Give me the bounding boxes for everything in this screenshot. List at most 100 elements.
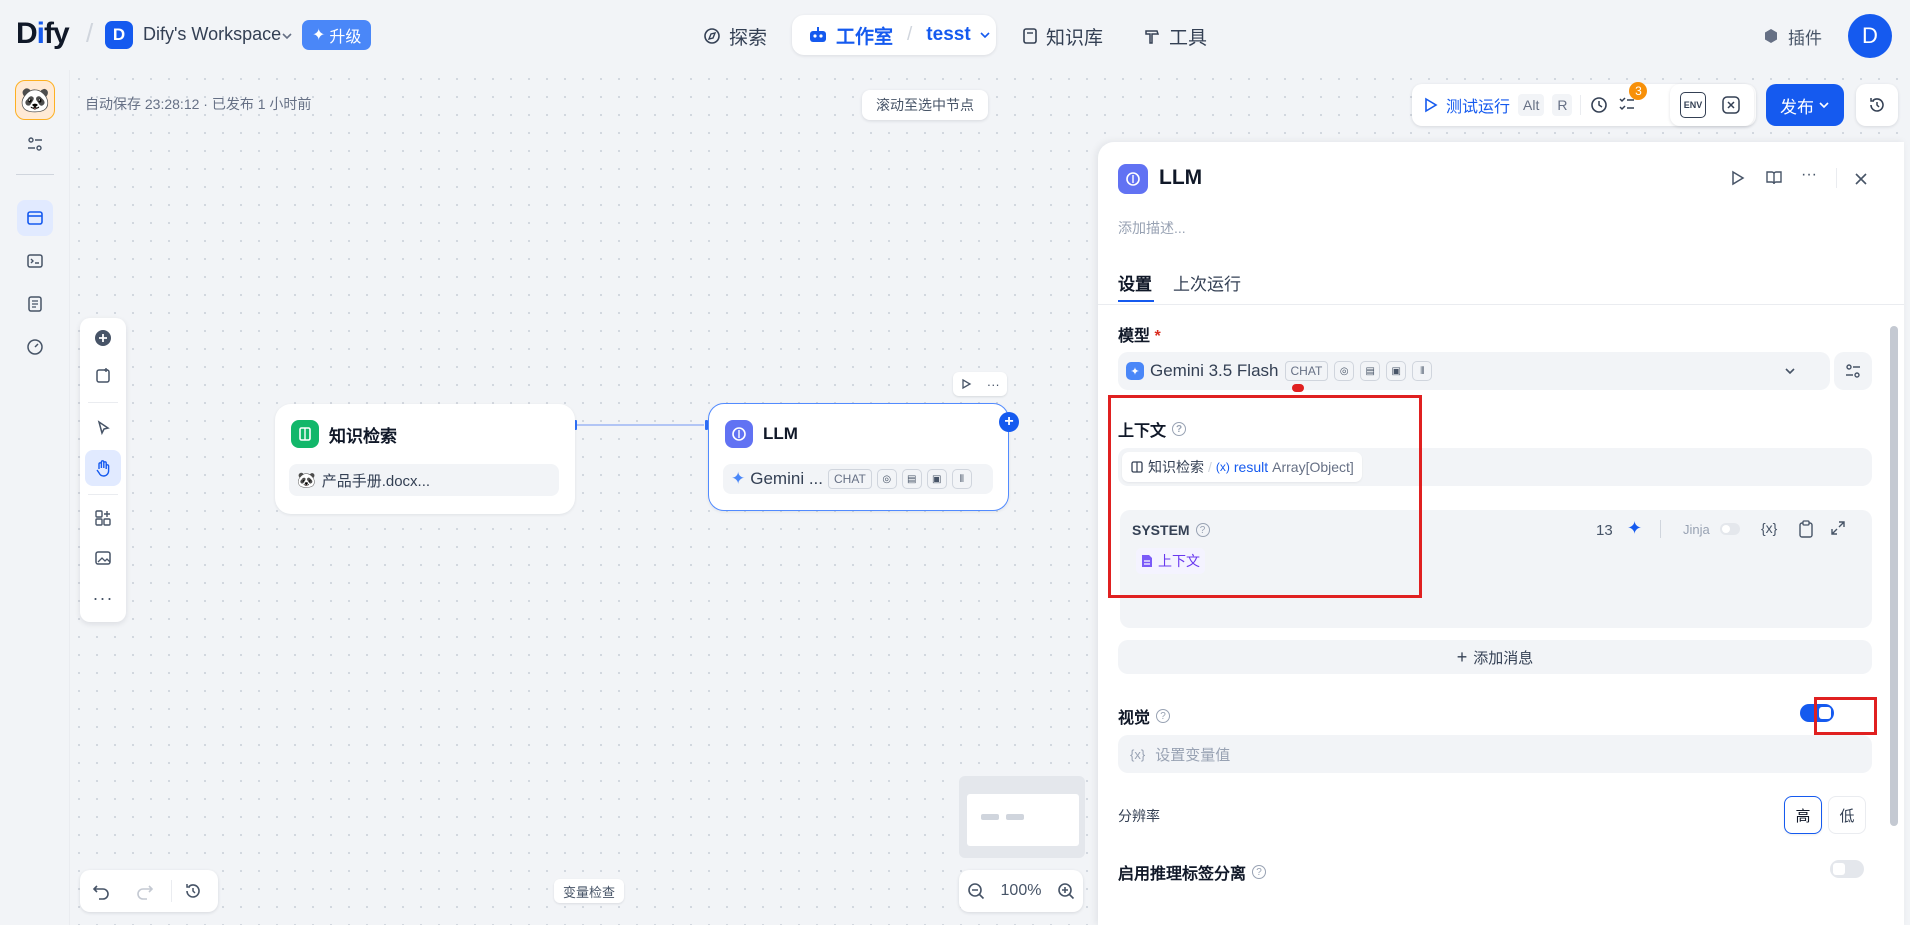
vision-highlight-box — [1814, 697, 1877, 735]
help-icon[interactable]: ? — [1156, 709, 1171, 723]
publish-button[interactable]: 发布 — [1766, 84, 1844, 126]
upgrade-button[interactable]: ✦ 升级 — [302, 20, 372, 50]
logs-icon[interactable] — [17, 286, 53, 322]
monitor-gauge-icon[interactable] — [17, 329, 53, 365]
document-icon: ▤ — [901, 469, 922, 489]
more-icon[interactable]: ··· — [1801, 166, 1817, 184]
scroll-to-node-button[interactable]: 滚动至选中节点 — [862, 90, 988, 120]
book-open-icon[interactable] — [1765, 170, 1783, 186]
variable-icon: {x} — [1130, 746, 1146, 762]
panel-title[interactable]: LLM — [1159, 166, 1202, 190]
knowledge-retrieval-node[interactable]: 知识检索 🐼 产品手册.docx... — [275, 404, 575, 514]
edge-connector[interactable] — [570, 420, 710, 430]
terminal-icon[interactable] — [17, 243, 53, 279]
redo-icon[interactable] — [136, 882, 154, 900]
more-icon[interactable]: ··· — [987, 377, 1000, 392]
settings-sliders-icon[interactable] — [17, 126, 53, 162]
orchestrate-icon[interactable] — [17, 200, 53, 236]
variable-check-button[interactable]: 变量检查 — [554, 879, 625, 903]
workspace-name[interactable]: Dify's Workspace — [143, 24, 281, 45]
expand-icon[interactable] — [1830, 520, 1846, 536]
divider — [1836, 168, 1837, 188]
add-node-icon[interactable] — [85, 320, 121, 356]
reasoning-toggle[interactable] — [1830, 860, 1864, 878]
vision-icon: ◎ — [1334, 361, 1355, 381]
description-input[interactable]: 添加描述... — [1118, 218, 1186, 238]
node-actions: ··· — [953, 372, 1007, 396]
zoom-out-icon[interactable] — [967, 882, 985, 900]
ai-generate-icon[interactable]: ✦ — [1627, 518, 1642, 539]
clock-history-icon[interactable] — [1589, 95, 1609, 115]
organize-blocks-icon[interactable] — [85, 500, 121, 536]
user-avatar[interactable]: D — [1848, 14, 1892, 58]
resolution-label: 分辨率 — [1118, 808, 1160, 824]
play-icon[interactable] — [960, 378, 972, 390]
dataset-name: 产品手册.docx... — [321, 472, 431, 490]
nav-tools[interactable]: 工具 — [1143, 17, 1207, 55]
zoom-level[interactable]: 100% — [1001, 882, 1042, 900]
checklist-button[interactable]: 3 — [1617, 82, 1648, 116]
hand-icon[interactable] — [85, 450, 121, 486]
add-next-node-button[interactable]: + — [999, 412, 1019, 432]
play-icon[interactable] — [1730, 170, 1746, 186]
add-note-icon[interactable] — [85, 358, 121, 394]
knowledge-node-icon — [291, 420, 319, 448]
video-icon: ▣ — [926, 469, 947, 489]
variable-icon[interactable] — [1718, 92, 1744, 118]
context-highlight-box — [1108, 395, 1422, 598]
nav-studio[interactable]: 工作室 / tesst — [792, 15, 996, 55]
resolution-low-option[interactable]: 低 — [1828, 796, 1866, 834]
chevron-down-icon[interactable] — [281, 31, 293, 41]
panel-scrollbar[interactable] — [1890, 326, 1898, 826]
zoom-controls: 100% — [959, 870, 1083, 912]
env-icon[interactable]: ENV — [1680, 92, 1706, 118]
tab-last-run[interactable]: 上次运行 — [1173, 270, 1241, 295]
breadcrumb-separator: / — [907, 24, 913, 45]
test-run-button[interactable]: 测试运行 — [1446, 93, 1510, 117]
app-icon[interactable]: 🐼 — [15, 80, 55, 120]
zoom-in-icon[interactable] — [1057, 882, 1075, 900]
divider — [1660, 520, 1661, 538]
more-icon[interactable]: ··· — [85, 580, 121, 616]
vision-icon: ◎ — [876, 469, 897, 489]
history-icon[interactable] — [184, 882, 202, 900]
insert-variable-button[interactable]: {x} — [1761, 520, 1777, 536]
dify-logo[interactable]: Dify — [16, 17, 70, 51]
reasoning-label: 启用推理标签分离? — [1118, 860, 1267, 884]
robot-icon — [810, 27, 826, 42]
app-sidebar: 🐼 — [0, 70, 70, 925]
pointer-icon[interactable] — [85, 410, 121, 446]
tab-settings[interactable]: 设置 — [1118, 270, 1152, 295]
minimap[interactable] — [959, 776, 1085, 858]
close-icon[interactable] — [1854, 172, 1868, 186]
workspace-avatar[interactable]: D — [105, 21, 133, 49]
jinja-label: Jinja — [1683, 522, 1710, 537]
jinja-toggle[interactable] — [1720, 523, 1740, 535]
play-icon[interactable] — [1422, 97, 1438, 113]
model-selector[interactable]: ✦ Gemini 3.5 Flash CHAT ◎ ▤ ▣ ⦀ — [1118, 352, 1830, 390]
version-history-button[interactable] — [1856, 84, 1898, 126]
chevron-down-icon — [1819, 102, 1829, 109]
help-icon[interactable]: ? — [1252, 865, 1267, 879]
vision-variable-input[interactable]: {x} 设置变量值 — [1118, 735, 1872, 773]
model-name: Gemini 3.5 Flash — [1150, 361, 1279, 380]
clipboard-icon[interactable] — [1798, 520, 1814, 538]
document-icon: ▤ — [1360, 361, 1381, 381]
video-icon: ▣ — [1386, 361, 1407, 381]
resolution-high-option[interactable]: 高 — [1784, 796, 1822, 834]
model-params-button[interactable] — [1834, 352, 1872, 390]
undo-icon[interactable] — [92, 882, 110, 900]
node-title: LLM — [763, 424, 798, 443]
nav-explore[interactable]: 探索 — [703, 17, 767, 55]
nav-knowledge[interactable]: 知识库 — [1022, 17, 1103, 55]
add-message-button[interactable]: + 添加消息 — [1118, 640, 1872, 674]
nav-plugins[interactable]: 插件 — [1762, 17, 1822, 55]
chevron-down-icon[interactable] — [979, 30, 991, 40]
divider — [88, 402, 118, 403]
divider — [16, 174, 54, 175]
model-label: 模型 * — [1118, 328, 1161, 345]
hammer-icon — [1145, 30, 1160, 44]
app-name[interactable]: tesst — [926, 24, 970, 46]
export-image-icon[interactable] — [85, 540, 121, 576]
llm-node[interactable]: LLM ✦ Gemini ... CHAT ◎ ▤ ▣ ⦀ + — [708, 403, 1019, 511]
